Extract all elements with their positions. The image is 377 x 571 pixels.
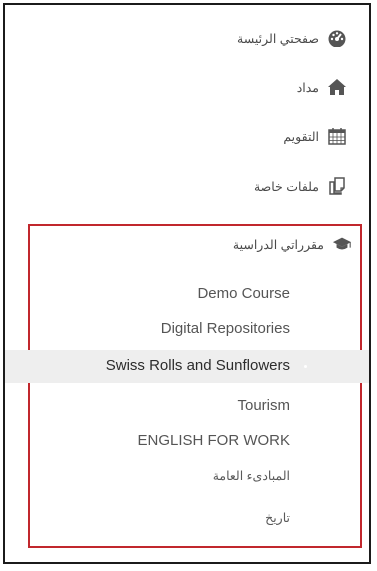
course-general-principles[interactable]: المبادىء العامة <box>213 463 290 489</box>
course-english-for-work[interactable]: ENGLISH FOR WORK <box>137 428 290 454</box>
nav-my-courses-label: مقرراتي الدراسية <box>232 237 324 252</box>
nav-private-files-label: ملفات خاصة <box>253 179 319 194</box>
tachometer-icon <box>327 28 347 48</box>
course-swiss-rolls-and-sunflowers[interactable]: Swiss Rolls and Sunflowers <box>106 353 290 379</box>
active-indicator <box>304 365 307 368</box>
calendar-icon <box>327 126 347 146</box>
nav-calendar-label: التقويم <box>283 129 319 144</box>
nav-calendar[interactable]: التقويم <box>283 123 347 149</box>
course-demo-course[interactable]: Demo Course <box>197 281 290 307</box>
nav-dashboard-label: صفحتي الرئيسة <box>237 31 319 46</box>
my-courses-highlight <box>28 224 362 548</box>
home-icon <box>327 77 347 97</box>
nav-home-label: مداد <box>296 80 319 95</box>
nav-dashboard[interactable]: صفحتي الرئيسة <box>237 25 347 51</box>
files-icon <box>327 176 347 196</box>
course-digital-repositories[interactable]: Digital Repositories <box>161 316 290 342</box>
course-history[interactable]: تاريخ <box>265 505 290 531</box>
course-tourism[interactable]: Tourism <box>237 393 290 419</box>
nav-my-courses[interactable]: مقرراتي الدراسية <box>233 231 352 257</box>
nav-home[interactable]: مداد <box>297 74 347 100</box>
graduation-cap-icon <box>332 234 352 254</box>
nav-private-files[interactable]: ملفات خاصة <box>254 173 347 199</box>
